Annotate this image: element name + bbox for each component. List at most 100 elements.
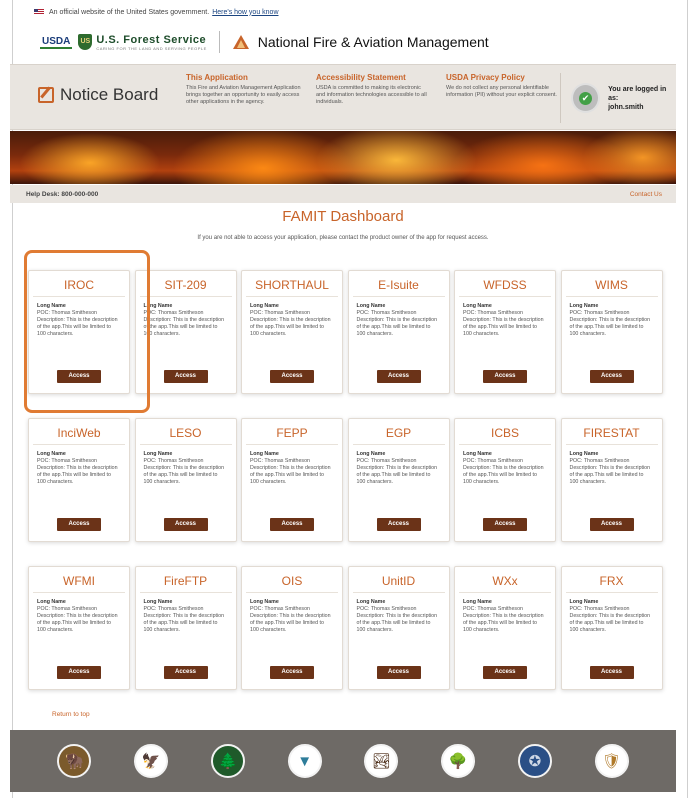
access-button[interactable]: Access [589,666,634,679]
app-description: Long Name POC: Thomas Smitheson Descriptio… [455,593,555,663]
forest-service-name[interactable]: U.S. Forest Service CARING FOR THE LAND … [96,34,206,51]
app-poc: POC: Thomas Smitheson [143,310,204,316]
info-heading[interactable]: Accessibility Statement [316,73,431,82]
usda-logo[interactable]: USDA [40,36,73,49]
bison-seal-icon[interactable]: 🦬 [57,744,92,778]
app-card: FIRESTAT Long Name POC: Thomas Smitheson De… [560,418,663,542]
app-desc-text: Description: This is the description of … [143,613,225,633]
access-button[interactable]: Access [57,518,101,531]
app-name[interactable]: ICBS [459,419,551,445]
info-heading[interactable]: This Application [186,73,301,82]
info-text: This Fire and Aviation Management Applic… [186,85,301,105]
fws-seal-icon[interactable]: 🌳 [441,744,476,778]
app-name[interactable]: InciWeb [33,419,125,445]
app-name[interactable]: SHORTHAUL [246,271,338,297]
access-button[interactable]: Access [483,518,527,531]
agency-bar: USDA US U.S. Forest Service CARING FOR T… [12,24,688,60]
access-button[interactable]: Access [589,518,634,531]
heres-how-link[interactable]: Here's how you know [212,9,278,16]
access-button[interactable]: Access [57,666,101,679]
app-name[interactable]: EGP [352,419,445,445]
app-description: Long Name POC: Thomas Smitheson Descriptio… [349,445,449,515]
app-description: Long Name POC: Thomas Smitheson Descriptio… [455,445,555,515]
access-button[interactable]: Access [376,666,421,679]
app-desc-text: Description: This is the description of … [569,613,651,633]
doi-seal-icon[interactable]: ✪ [517,744,552,778]
app-desc-text: Description: This is the description of … [569,317,651,337]
app-description: Long Name POC: Thomas Smitheson Descriptio… [242,297,342,367]
access-button[interactable]: Access [270,370,314,383]
app-description: Long Name POC: Thomas Smitheson Descriptio… [136,297,236,367]
edit-icon [38,87,54,103]
page-subtitle: If you are not able to access your appli… [197,235,489,241]
app-name[interactable]: OIS [246,567,338,593]
blm-seal-icon[interactable]: ▼ [287,744,322,778]
app-name[interactable]: WFDSS [459,271,551,297]
access-button[interactable]: Access [163,370,208,383]
app-card: WIMS Long Name POC: Thomas Smitheson Descri… [560,270,663,394]
avatar[interactable]: ✔ [571,83,601,113]
app-poc: POC: Thomas Smitheson [143,458,204,464]
forest-service-title: U.S. Forest Service [96,33,207,46]
access-button[interactable]: Access [163,518,208,531]
app-card: WXx Long Name POC: Thomas Smitheson Descrip… [454,566,556,690]
app-desc-text: Description: This is the description of … [356,613,438,633]
app-name[interactable]: UnitID [352,567,445,593]
contact-us-link[interactable]: Contact Us [630,191,662,198]
header-divider [218,31,220,53]
app-name[interactable]: WXx [459,567,551,593]
app-card: FRX Long Name POC: Thomas Smitheson Descrip… [560,566,663,690]
forest-service-seal-icon[interactable]: 🌲 [210,744,245,778]
app-name[interactable]: WIMS [565,271,658,297]
app-poc: POC: Thomas Smitheson [143,606,204,612]
app-long-name: Long Name [569,451,599,457]
access-button[interactable]: Access [483,666,527,679]
app-long-name: Long Name [356,303,386,309]
app-desc-text: Description: This is the description of … [463,613,544,633]
bia-seal-icon[interactable]: 🛡 [594,744,629,778]
info-heading[interactable]: USDA Privacy Policy [446,73,561,82]
app-poc: POC: Thomas Smitheson [463,458,523,464]
fire-banner-image [10,131,676,184]
check-icon: ✔ [579,91,593,105]
app-long-name: Long Name [569,303,599,309]
eagle-seal-icon[interactable]: 🦅 [134,744,169,778]
app-card: FireFTP Long Name POC: Thomas Smitheson Des… [134,566,237,690]
app-poc: POC: Thomas Smitheson [250,606,310,612]
app-long-name: Long Name [463,451,492,457]
help-bar: Help Desk: 800-000-000 Contact Us [10,185,676,203]
access-button[interactable]: Access [163,666,208,679]
app-name[interactable]: FireFTP [139,567,232,593]
app-desc-text: Description: This is the description of … [143,465,225,485]
access-button[interactable]: Access [376,370,421,383]
notice-board-header: Notice Board This Application This Fire … [10,64,676,130]
app-description: Long Name POC: Thomas Smitheson Descriptio… [242,593,342,663]
return-to-top-link[interactable]: Return to top [52,711,90,718]
access-button[interactable]: Access [589,370,634,383]
access-button[interactable]: Access [270,666,314,679]
access-button[interactable]: Access [376,518,421,531]
app-long-name: Long Name [37,451,66,457]
app-name[interactable]: FRX [565,567,658,593]
site-title[interactable]: National Fire & Aviation Management [258,34,489,50]
access-button[interactable]: Access [270,518,314,531]
forest-service-tagline: CARING FOR THE LAND AND SERVING PEOPLE [96,45,207,51]
app-name[interactable]: E-Isuite [352,271,445,297]
nps-arrowhead-icon[interactable]: 🏞 [364,744,399,778]
app-name[interactable]: SIT-209 [139,271,232,297]
app-description: Long Name POC: Thomas Smitheson Descriptio… [562,445,662,515]
app-card: EGP Long Name POC: Thomas Smitheson Descrip… [347,418,450,542]
app-name[interactable]: FEPP [246,419,338,445]
app-name[interactable]: FIRESTAT [565,419,658,445]
app-description: Long Name POC: Thomas Smitheson Descriptio… [136,593,236,663]
app-description: Long Name POC: Thomas Smitheson Descriptio… [349,593,449,663]
app-desc-text: Description: This is the description of … [250,465,331,485]
app-name[interactable]: LESO [139,419,232,445]
app-description: Long Name POC: Thomas Smitheson Descriptio… [136,445,236,515]
user-status: ✔ You are logged in as: john.smith [560,73,676,123]
app-poc: POC: Thomas Smitheson [356,310,417,316]
app-name[interactable]: WFMI [33,567,125,593]
page-title: FAMIT Dashboard [282,208,404,225]
access-button[interactable]: Access [483,370,527,383]
app-desc-text: Description: This is the description of … [569,465,651,485]
